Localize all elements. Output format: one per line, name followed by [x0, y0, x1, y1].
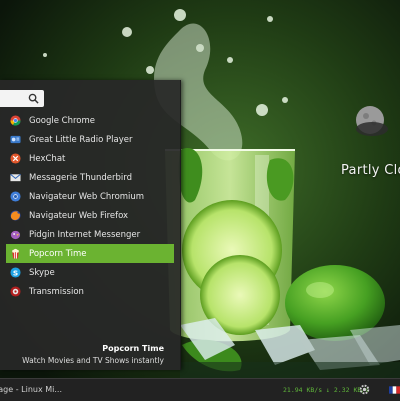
app-label: Navigateur Web Chromium — [29, 191, 145, 202]
app-label: HexChat — [29, 153, 66, 164]
app-description-title: Popcorn Time — [102, 344, 164, 353]
app-item-transmission[interactable]: Transmission — [6, 282, 174, 301]
app-label: Great Little Radio Player — [29, 134, 133, 145]
skype-icon: S — [10, 267, 21, 278]
network-speed-indicator: 21.94 KB/s ↓ 2.32 KB/s — [283, 386, 370, 394]
app-description-text: Watch Movies and TV Shows instantly — [22, 356, 164, 365]
app-item-popcorn-time[interactable]: Popcorn Time — [6, 244, 174, 263]
app-item-navigateur-web-chromium[interactable]: Navigateur Web Chromium — [6, 187, 174, 206]
hexchat-icon — [10, 153, 21, 164]
firefox-icon — [10, 210, 21, 221]
app-label: Popcorn Time — [29, 248, 87, 259]
app-item-hexchat[interactable]: HexChat — [6, 149, 174, 168]
app-label: Google Chrome — [29, 115, 96, 126]
app-label: Transmission — [29, 286, 84, 297]
keyboard-layout-flag-icon[interactable] — [389, 386, 400, 394]
chrome-icon — [10, 115, 21, 126]
menu-search-field[interactable] — [0, 90, 44, 107]
taskbar-window-button[interactable]: rt Page - Linux Mi... — [0, 379, 62, 401]
bottom-panel: rt Page - Linux Mi... 21.94 KB/s ↓ 2.32 … — [0, 378, 400, 401]
app-item-messagerie-thunderbird[interactable]: Messagerie Thunderbird — [6, 168, 174, 187]
svg-text:S: S — [13, 268, 18, 277]
app-item-google-chrome[interactable]: Google Chrome — [6, 111, 174, 130]
thunderbird-icon — [10, 173, 21, 182]
app-item-pidgin-internet-messenger[interactable]: Pidgin Internet Messenger — [6, 225, 174, 244]
app-label: Navigateur Web Firefox — [29, 210, 129, 221]
weather-moon-cloud-icon — [356, 106, 388, 136]
taskbar-window-title: rt Page - Linux Mi... — [0, 385, 62, 394]
transmission-icon — [10, 286, 21, 297]
application-menu: Google Chrome Great Little Radio Player … — [0, 80, 181, 370]
app-label: Messagerie Thunderbird — [29, 172, 133, 183]
weather-condition-label: Partly Clou — [341, 163, 400, 178]
popcorn-icon — [12, 248, 19, 259]
app-label: Pidgin Internet Messenger — [29, 229, 141, 240]
search-icon — [28, 93, 39, 104]
app-list: Google Chrome Great Little Radio Player … — [6, 111, 174, 301]
pidgin-icon — [10, 230, 21, 240]
app-description: Popcorn Time Watch Movies and TV Shows i… — [0, 344, 164, 365]
radio-icon — [10, 135, 21, 144]
chromium-icon — [10, 191, 21, 202]
app-item-skype[interactable]: S Skype — [6, 263, 174, 282]
app-item-navigateur-web-firefox[interactable]: Navigateur Web Firefox — [6, 206, 174, 225]
gear-icon[interactable] — [359, 384, 370, 395]
app-label: Skype — [29, 267, 55, 278]
app-item-great-little-radio-player[interactable]: Great Little Radio Player — [6, 130, 174, 149]
